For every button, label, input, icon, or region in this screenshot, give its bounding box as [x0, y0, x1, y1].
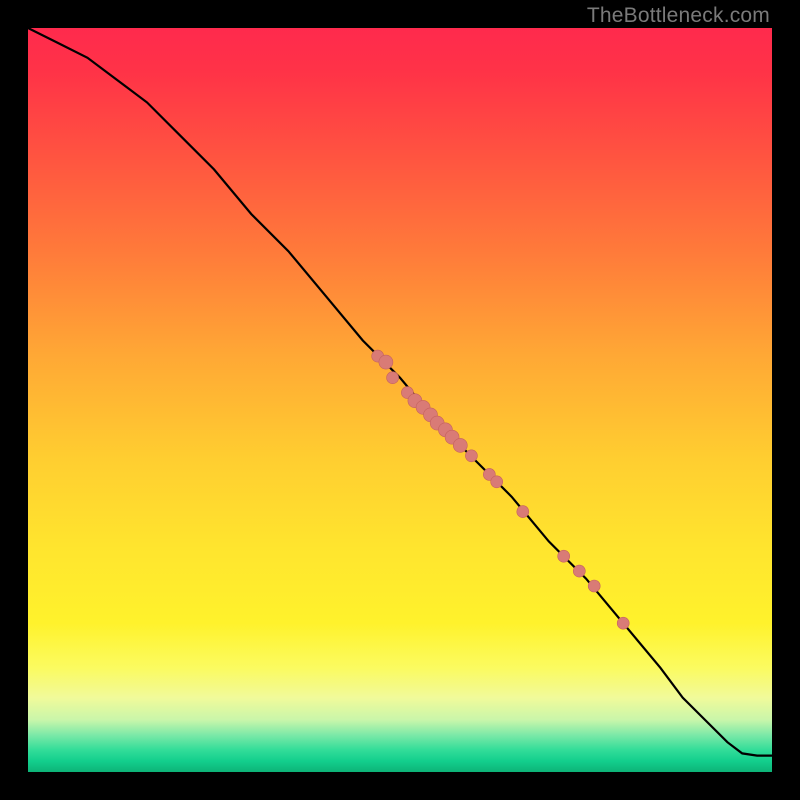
bottleneck-curve [28, 28, 772, 756]
data-point [588, 580, 600, 592]
data-point [573, 565, 585, 577]
data-markers [372, 350, 630, 629]
data-point [387, 372, 399, 384]
plot-area [28, 28, 772, 772]
data-point [617, 617, 629, 629]
data-point [465, 450, 477, 462]
data-point [379, 355, 393, 369]
data-point [453, 438, 467, 452]
chart-frame: TheBottleneck.com [0, 0, 800, 800]
data-point [517, 506, 529, 518]
chart-overlay [28, 28, 772, 772]
watermark-text: TheBottleneck.com [587, 4, 770, 28]
data-point [558, 550, 570, 562]
data-point [491, 476, 503, 488]
